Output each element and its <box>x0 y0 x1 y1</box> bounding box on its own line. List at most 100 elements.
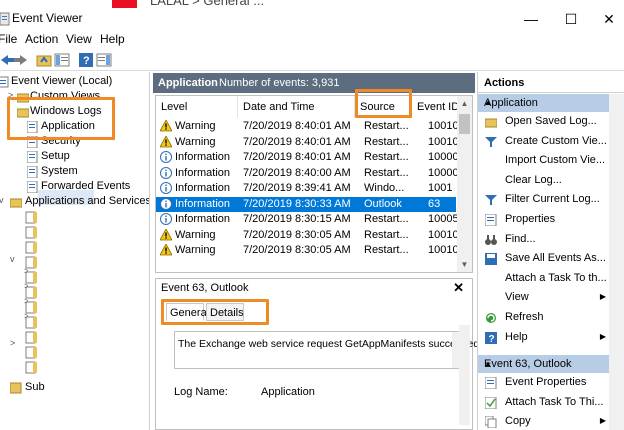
annotation-highlight-tabs <box>161 299 269 325</box>
warning-icon <box>160 244 172 256</box>
action-item-label: Refresh <box>505 311 544 323</box>
scroll-thumb[interactable] <box>459 114 470 134</box>
warning-icon <box>160 135 172 147</box>
table-row[interactable]: Warning 7/20/2019 8:40:01 AM Restart... 100… <box>156 119 459 135</box>
table-row[interactable]: Information 7/20/2019 8:30:33 AM Outlook 63 <box>156 196 456 212</box>
info-icon <box>160 151 172 163</box>
detail-close-button[interactable]: ✕ <box>453 280 464 296</box>
action-item[interactable]: Import Custom Vie... <box>478 152 610 171</box>
action-item-label: Save All Events As... <box>505 252 606 265</box>
row-date-time: 7/20/2019 8:39:41 AM <box>243 182 351 194</box>
row-date-time: 7/20/2019 8:30:05 AM <box>243 228 351 241</box>
row-source: Restart... <box>364 166 409 179</box>
tree-log-setup[interactable]: Setup <box>0 150 149 165</box>
filter-icon <box>485 136 497 147</box>
actions-scrollbar[interactable] <box>609 94 624 430</box>
svg-text:?: ? <box>83 55 90 67</box>
tree-log-forwarded[interactable]: Forwarded Events <box>0 180 149 195</box>
actions-section-event[interactable]: Event 63, Outlook ▲ <box>478 355 610 373</box>
action-item[interactable]: Event Properties <box>478 374 610 393</box>
action-item[interactable]: Refresh <box>478 309 610 328</box>
forward-icon[interactable] <box>12 52 28 68</box>
tree-subscriptions[interactable]: Sub <box>0 381 149 396</box>
svg-text:?: ? <box>489 334 495 344</box>
action-pane-icon[interactable] <box>96 52 112 68</box>
row-level: Information <box>175 197 231 210</box>
row-source: Windo... <box>364 182 405 194</box>
help-icon[interactable]: ? <box>78 52 94 68</box>
menu-help[interactable]: Help <box>100 32 125 46</box>
annotation-highlight-windows-logs <box>7 97 115 140</box>
action-item-label: Open Saved Log... <box>505 115 597 127</box>
scroll-down-icon[interactable]: ▼ <box>457 257 472 272</box>
menu-view[interactable]: View <box>66 32 92 46</box>
column-level[interactable]: Level <box>156 96 238 118</box>
event-list-scrollbar[interactable]: ▲ ▼ <box>457 96 472 272</box>
menu-action[interactable]: Action <box>25 32 58 46</box>
action-item-label: Import Custom Vie... <box>505 154 606 167</box>
row-date-time: 7/20/2019 8:30:33 AM <box>243 197 351 210</box>
background-window: LALAL > General ... <box>0 0 624 8</box>
action-item[interactable]: ? Help ▶ <box>478 329 610 348</box>
info-icon <box>160 166 172 179</box>
submenu-arrow-icon: ▶ <box>599 416 606 426</box>
svg-text:>: > <box>24 281 28 291</box>
row-event-id: 10005 <box>428 213 459 225</box>
show-hide-tree-icon[interactable] <box>54 52 70 68</box>
menu-file[interactable]: File <box>0 32 17 46</box>
event-count: Number of events: 3,931 <box>219 77 340 89</box>
submenu-arrow-icon: ▶ <box>599 331 606 341</box>
tree-root[interactable]: Event Viewer (Local) <box>0 75 149 90</box>
action-item-label: Clear Log... <box>505 173 562 186</box>
action-item[interactable]: Copy ▶ <box>478 413 610 430</box>
binoculars-icon <box>485 234 497 245</box>
row-level: Information <box>175 182 231 194</box>
actions-section-application[interactable]: Application ▲ <box>478 94 610 112</box>
table-row[interactable]: Warning 7/20/2019 8:30:05 AM Restart... 100… <box>156 243 459 259</box>
table-row[interactable]: Information 7/20/2019 8:39:41 AM Windo... 1… <box>156 181 456 197</box>
action-item[interactable]: Attach Task To Thi... <box>478 394 610 413</box>
tree-log-system[interactable]: System <box>0 165 149 180</box>
scroll-up-icon[interactable]: ▲ <box>457 96 472 111</box>
table-row[interactable]: Warning 7/20/2019 8:40:01 AM Restart... 100… <box>156 135 459 151</box>
action-item-label: Attach Task To Thi... <box>505 395 604 408</box>
row-level: Information <box>175 151 231 163</box>
event-list: Level Date and Time Source Event ID Warn… <box>155 95 473 273</box>
action-item[interactable]: View ▶ <box>478 289 610 308</box>
collapse-icon[interactable]: ▲ <box>484 359 606 368</box>
column-date-time[interactable]: Date and Time <box>238 96 355 118</box>
table-row[interactable]: Warning 7/20/2019 8:30:05 AM Restart... 100… <box>156 228 459 244</box>
close-button[interactable]: ✕ <box>586 8 624 30</box>
row-level: Information <box>175 166 231 179</box>
table-row[interactable]: Information 7/20/2019 8:30:15 AM Restart..… <box>156 212 459 228</box>
tree-expanders[interactable]: v > > > > > <box>8 252 28 352</box>
up-folder-icon[interactable] <box>36 52 52 68</box>
action-item[interactable]: Save All Events As... <box>478 250 610 269</box>
action-item[interactable]: Find... <box>478 231 610 250</box>
action-item-label: Filter Current Log... <box>505 193 600 206</box>
log-icon <box>27 151 38 163</box>
action-item[interactable]: Attach a Task To th... <box>478 270 610 289</box>
action-item[interactable]: Open Saved Log... <box>478 113 610 132</box>
table-row[interactable]: Information 7/20/2019 8:40:01 AM Restart..… <box>156 150 459 166</box>
table-row[interactable]: Information 7/20/2019 8:40:00 AM Restart..… <box>156 166 459 182</box>
chevron-down-icon[interactable]: v <box>0 195 4 205</box>
action-item[interactable]: Properties <box>478 211 610 230</box>
event-message-box[interactable]: The Exchange web service request GetAppM… <box>174 331 482 369</box>
actions-title: Actions <box>484 77 525 89</box>
task-icon <box>485 396 497 409</box>
detail-scrollbar[interactable] <box>459 325 470 425</box>
action-item-label: Help <box>505 330 528 343</box>
background-breadcrumb: LALAL > General ... <box>150 0 265 8</box>
action-item[interactable]: Clear Log... <box>478 172 610 191</box>
log-icon <box>27 166 38 178</box>
action-item[interactable]: Filter Current Log... <box>478 191 610 210</box>
column-event-id[interactable]: Event ID <box>412 96 458 118</box>
tree-apps-services[interactable]: v Applications and Services Lo <box>0 195 149 210</box>
collapse-icon[interactable]: ▲ <box>484 98 606 107</box>
action-item[interactable]: Create Custom Vie... <box>478 133 610 152</box>
background-accent <box>112 0 137 8</box>
row-source: Restart... <box>364 135 409 148</box>
subscriptions-icon <box>10 382 22 394</box>
row-level: Warning <box>175 135 216 148</box>
